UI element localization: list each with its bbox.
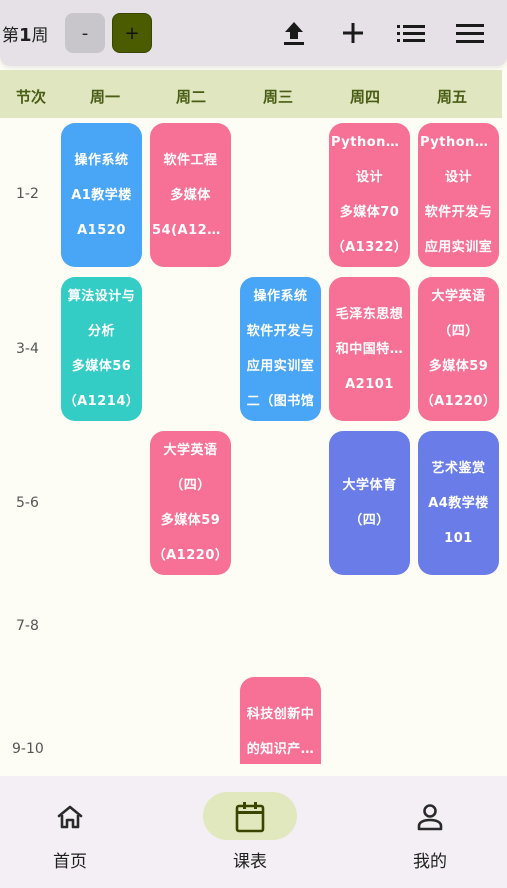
course-card[interactable]: 大学英语 （四） 多媒体59 （A1220） xyxy=(150,431,231,575)
course-card-line: A1教学楼 xyxy=(71,187,132,203)
course-card[interactable]: Python程序 设计软件开发与应用实训室 xyxy=(418,123,499,267)
course-card-line: 大学英语 xyxy=(431,289,486,304)
calendar-icon[interactable] xyxy=(235,802,265,833)
nav-label-timetable[interactable]: 课表 xyxy=(220,847,280,872)
bottom-navigation: 首页 课表 我的 xyxy=(0,776,507,888)
course-card-line: 设计 xyxy=(355,170,383,185)
period-column-header: 节次 xyxy=(16,88,47,106)
day-header-wednesday: 周三 xyxy=(263,88,294,106)
course-card-line: A2101 xyxy=(345,376,394,392)
course-card-line: 算法设计与 xyxy=(67,289,136,304)
course-card-line: （A1322） xyxy=(331,240,408,255)
course-card-line: 多媒体 xyxy=(170,187,211,203)
week-indicator: 第1周 xyxy=(2,21,49,46)
course-card-line: 软件工程 xyxy=(163,152,218,168)
home-icon[interactable] xyxy=(55,802,85,832)
timetable-grid: 操作系统 A1教学楼 A1520 软件工程 多媒体 54(A1208) Python程序 设计… xyxy=(0,118,507,764)
course-card-line: 多媒体59 xyxy=(428,359,489,374)
upload-icon[interactable] xyxy=(280,19,308,47)
week-prefix: 第 xyxy=(2,26,19,46)
course-card-line: 应用实训室 xyxy=(424,240,493,255)
course-card-line: A1520 xyxy=(77,222,126,238)
course-card[interactable]: Python程序 设计多媒体70 （A1322） xyxy=(329,123,410,267)
course-card[interactable]: 算法设计与分析多媒体56 （A1214） xyxy=(61,277,142,421)
nav-label-home[interactable]: 首页 xyxy=(40,847,100,872)
top-app-bar: 第1周 - + xyxy=(0,0,507,66)
course-card-line: Python程序 xyxy=(420,135,497,150)
course-card-line: 和中国特… xyxy=(335,341,404,357)
person-icon[interactable] xyxy=(415,802,445,832)
next-week-button[interactable]: + xyxy=(112,13,152,53)
course-card-line: 艺术鉴赏 xyxy=(431,460,486,476)
course-card-line: 多媒体70 xyxy=(339,205,400,220)
list-icon[interactable] xyxy=(397,19,425,47)
course-card-line: Python程序 xyxy=(331,135,408,150)
course-card[interactable]: 操作系统 A1教学楼 A1520 xyxy=(61,123,142,267)
course-card-line: （四） xyxy=(438,324,479,339)
course-card-line: 多媒体56 xyxy=(71,359,132,374)
day-header-thursday: 周四 xyxy=(350,88,381,106)
course-card-line: 的知识产… xyxy=(246,741,315,757)
course-card[interactable]: 毛泽东思想和中国特… A2101 xyxy=(329,277,410,421)
course-card-line: A4教学楼 xyxy=(428,495,489,511)
course-card-line: 设计 xyxy=(444,170,472,185)
course-card-line: 101 xyxy=(444,530,473,546)
course-card-line: （四） xyxy=(170,478,211,493)
course-card-line: 软件开发与 xyxy=(424,205,493,220)
course-card-line: （四） xyxy=(349,513,390,528)
week-suffix: 周 xyxy=(31,26,49,46)
course-card-line: 二（图书馆 xyxy=(246,394,315,409)
course-card-line: 多媒体59 xyxy=(160,513,221,528)
course-card[interactable]: 科技创新中的知识产…多媒体60 xyxy=(240,677,321,764)
weekday-header: 节次 周一 周二 周三 周四 周五 xyxy=(0,70,502,118)
add-icon[interactable] xyxy=(339,19,367,47)
course-card-line: （A1220） xyxy=(152,548,229,563)
course-card[interactable]: 大学体育 （四） xyxy=(329,431,410,575)
day-header-tuesday: 周二 xyxy=(176,88,207,106)
course-card-line: （A1220） xyxy=(420,394,497,409)
course-card[interactable]: 软件工程多媒体 54(A1208) xyxy=(150,123,231,267)
menu-icon[interactable] xyxy=(456,19,484,47)
course-card-line: 应用实训室 xyxy=(246,359,315,374)
course-card-line: 毛泽东思想 xyxy=(335,306,404,322)
course-card-line: 软件开发与 xyxy=(246,324,315,339)
day-header-monday: 周一 xyxy=(90,88,121,106)
course-card-line: 大学体育 xyxy=(342,478,397,493)
course-card-line: 操作系统 xyxy=(74,152,129,168)
course-card-line: （A1214） xyxy=(63,394,140,409)
week-number: 1 xyxy=(19,25,32,46)
day-header-friday: 周五 xyxy=(437,88,468,106)
course-card[interactable]: 操作系统软件开发与应用实训室二（图书馆 xyxy=(240,277,321,421)
course-card-line: 科技创新中 xyxy=(246,706,315,722)
course-card-line: 大学英语 xyxy=(163,443,218,458)
course-card[interactable]: 大学英语 （四） 多媒体59 （A1220） xyxy=(418,277,499,421)
nav-label-profile[interactable]: 我的 xyxy=(400,847,460,872)
course-card-line: 操作系统 xyxy=(253,289,308,304)
course-card-line: 分析 xyxy=(87,324,115,339)
previous-week-button[interactable]: - xyxy=(65,13,105,53)
course-card[interactable]: 艺术鉴赏 A4教学楼 101 xyxy=(418,431,499,575)
course-card-line: 54(A1208) xyxy=(152,222,229,238)
